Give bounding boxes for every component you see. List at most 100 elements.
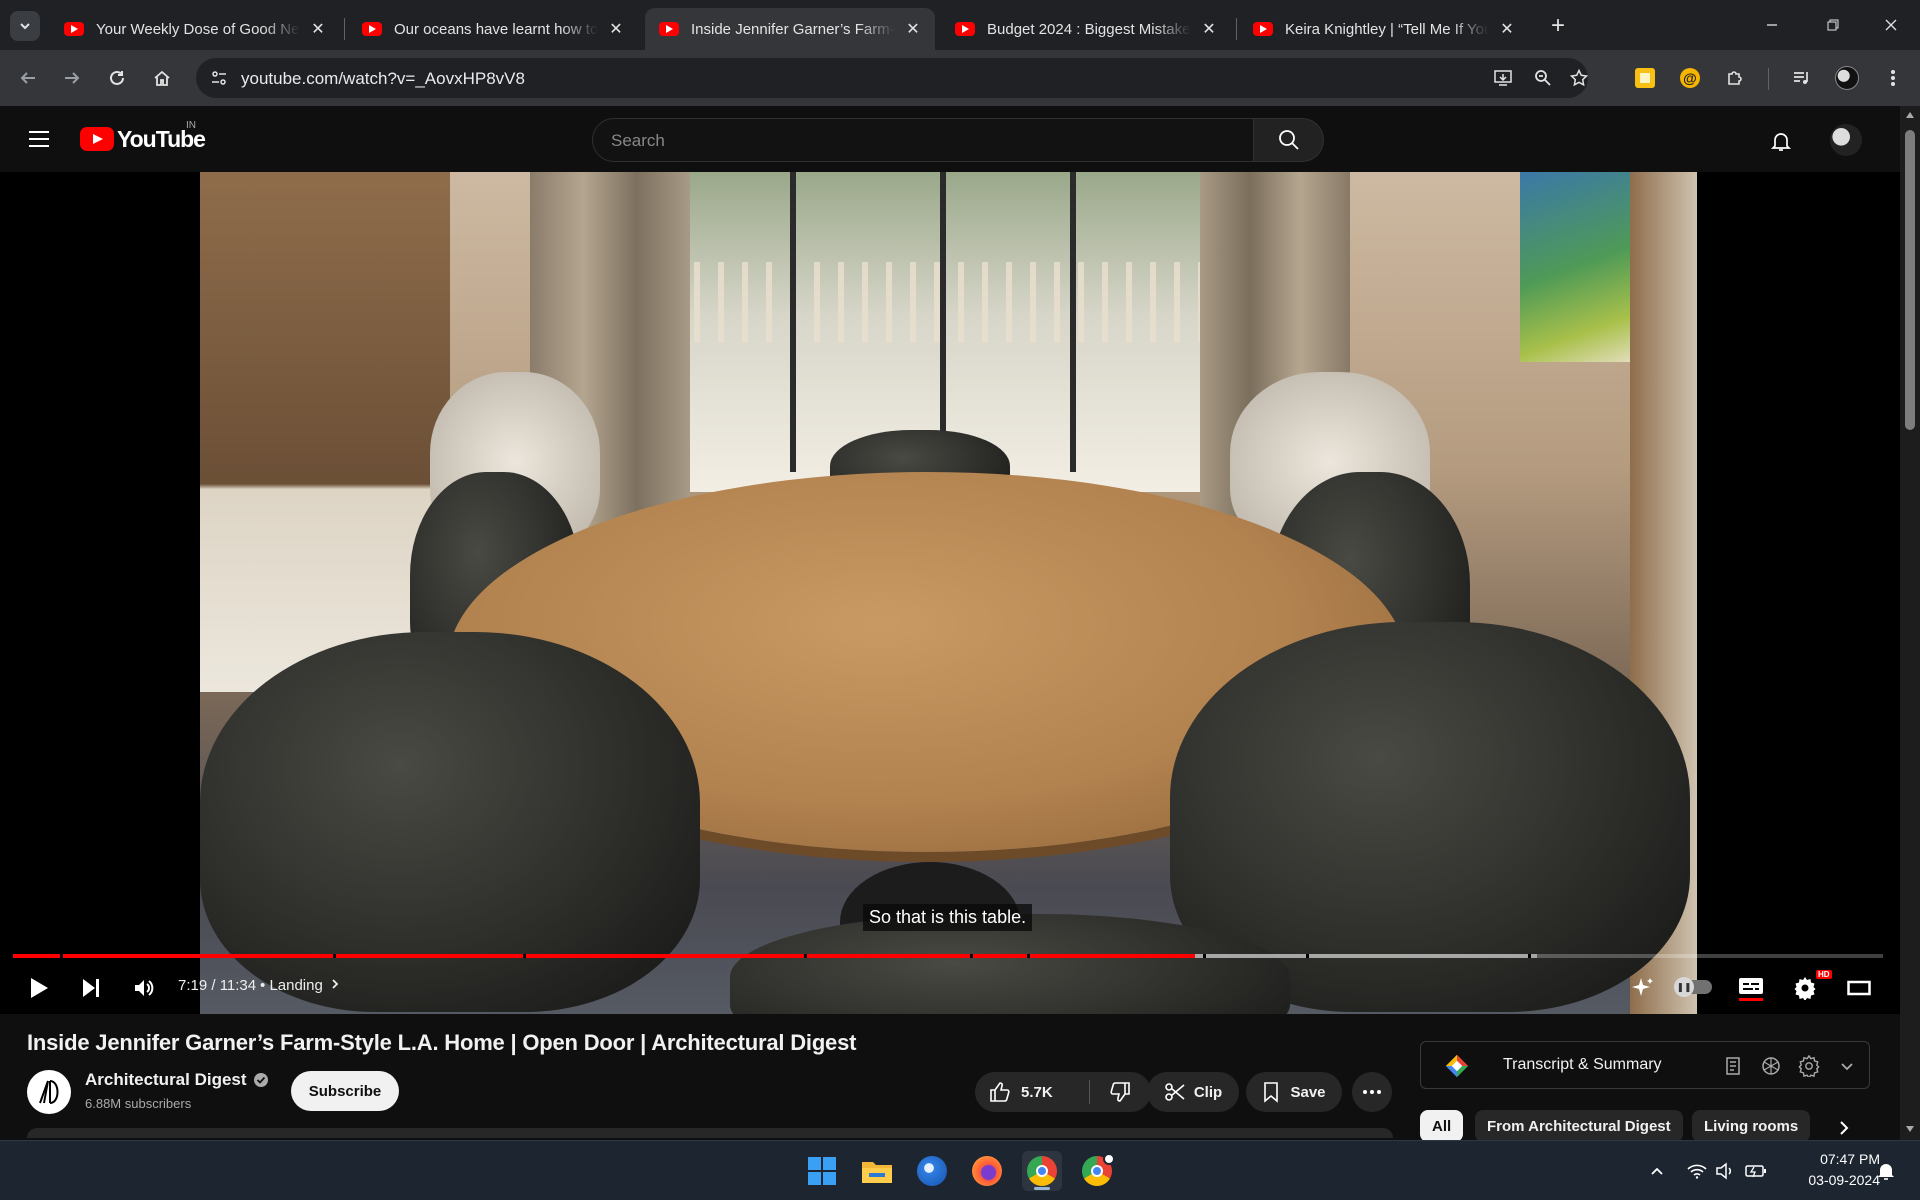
scroll-down-icon[interactable] — [1906, 1126, 1914, 1132]
close-icon[interactable]: ✕ — [606, 19, 626, 39]
settings-icon[interactable] — [1797, 1054, 1821, 1078]
home-icon[interactable] — [148, 64, 176, 92]
browser-tab[interactable]: Keira Knightley | “Tell Me If You ✕ — [1239, 8, 1529, 50]
site-info-icon[interactable] — [208, 67, 230, 89]
chapter-marker — [1528, 954, 1531, 958]
at-extension-icon[interactable]: @ — [1677, 65, 1703, 91]
back-icon[interactable] — [14, 64, 42, 92]
bookmark-icon — [1264, 1082, 1279, 1103]
clock-date: 03-09-2024 — [1808, 1172, 1880, 1188]
notification-icon[interactable] — [1874, 1159, 1898, 1183]
window-close-icon[interactable] — [1871, 10, 1911, 40]
youtube-favicon-icon — [362, 22, 382, 36]
extension-icon[interactable] — [1722, 65, 1748, 91]
save-button[interactable]: Save — [1246, 1072, 1342, 1112]
volume-icon — [135, 980, 154, 996]
avatar[interactable] — [1830, 124, 1862, 156]
restore-icon[interactable] — [1813, 10, 1853, 40]
theater-button[interactable] — [1844, 972, 1874, 1004]
subtitles-button[interactable] — [1736, 972, 1766, 1004]
volume-button[interactable] — [128, 972, 160, 1004]
more-actions-button[interactable] — [1352, 1072, 1392, 1112]
firefox-icon[interactable] — [967, 1151, 1007, 1191]
page-scrollbar[interactable] — [1900, 106, 1920, 1140]
chapter-button[interactable]: • Landing — [260, 977, 340, 994]
chapter-marker — [970, 954, 973, 958]
chapter-marker — [1306, 954, 1309, 958]
progress-bar[interactable] — [13, 954, 1883, 958]
chrome-icon[interactable] — [1022, 1151, 1062, 1191]
tab-title: Your Weekly Dose of Good News — [96, 20, 300, 38]
time-display: 7:19 / 11:34 — [178, 977, 257, 994]
description-box[interactable] — [27, 1128, 1393, 1138]
scissors-icon — [1165, 1083, 1185, 1101]
openai-icon[interactable] — [1759, 1054, 1783, 1078]
bell-icon[interactable] — [1766, 126, 1796, 156]
dislike-button[interactable] — [1090, 1072, 1150, 1112]
folder-icon[interactable] — [857, 1151, 897, 1191]
close-icon[interactable]: ✕ — [1199, 19, 1219, 39]
media-icon[interactable] — [1789, 65, 1815, 91]
transcript-summary-panel[interactable]: Transcript & Summary — [1420, 1041, 1870, 1089]
chevron-up-icon[interactable] — [1645, 1159, 1669, 1183]
ad-logo-icon — [39, 1080, 59, 1104]
chevron-down-icon — [20, 23, 30, 30]
thunderbird-icon[interactable] — [912, 1151, 952, 1191]
autoplay-toggle[interactable]: ❚❚ — [1674, 977, 1712, 997]
tab-search-button[interactable] — [10, 11, 40, 41]
subscribe-button[interactable]: Subscribe — [291, 1071, 399, 1111]
youtube-play-logo-icon — [80, 127, 114, 151]
close-icon[interactable]: ✕ — [903, 19, 923, 39]
chip-from-channel[interactable]: From Architectural Digest — [1475, 1110, 1683, 1142]
address-bar[interactable]: youtube.com/watch?v=_AovxHP8vV8 — [196, 58, 1588, 98]
forward-icon[interactable] — [58, 64, 86, 92]
channel-avatar[interactable] — [27, 1070, 71, 1114]
play-button[interactable] — [24, 972, 54, 1004]
youtube-logo[interactable]: YouTube IN — [80, 120, 206, 152]
profile-icon[interactable] — [1834, 65, 1860, 91]
new-tab-icon[interactable]: + — [1544, 12, 1572, 40]
zoom-icon[interactable] — [1532, 67, 1554, 89]
video-frame[interactable] — [200, 172, 1697, 1014]
transcript-icon[interactable] — [1721, 1054, 1745, 1078]
chips-next-button[interactable] — [1830, 1114, 1858, 1142]
speaker-icon[interactable] — [1713, 1159, 1737, 1183]
channel-name-link[interactable]: Architectural Digest — [85, 1070, 269, 1090]
menu-icon[interactable] — [26, 126, 52, 152]
search-button[interactable] — [1254, 118, 1324, 162]
close-icon[interactable]: ✕ — [308, 19, 328, 39]
sticky-note-extension-icon[interactable] — [1632, 65, 1658, 91]
chip-all[interactable]: All — [1420, 1110, 1464, 1142]
chrome-menu-icon[interactable] — [1880, 65, 1906, 91]
close-icon[interactable]: ✕ — [1497, 19, 1517, 39]
wifi-icon[interactable] — [1685, 1159, 1709, 1183]
like-icon — [990, 1082, 1010, 1102]
ai-sparkle-icon[interactable] — [1628, 972, 1658, 1004]
minimize-icon[interactable] — [1752, 10, 1792, 40]
search-input[interactable]: Search — [592, 118, 1254, 162]
scroll-up-icon[interactable] — [1906, 112, 1914, 118]
chip-living-rooms[interactable]: Living rooms — [1692, 1110, 1811, 1142]
star-icon[interactable] — [1568, 67, 1590, 89]
battery-icon[interactable] — [1744, 1159, 1768, 1183]
video-player[interactable]: So that is this table. 7:19 / 11:34 • La… — [0, 172, 1900, 1014]
browser-tab[interactable]: Your Weekly Dose of Good News ✕ — [50, 8, 340, 50]
theater-icon — [1847, 980, 1871, 996]
browser-tab[interactable]: Our oceans have learnt how to fight back… — [348, 8, 638, 50]
played-bar — [13, 954, 1195, 958]
windows-start-icon[interactable] — [802, 1151, 842, 1191]
video-stained-glass — [1520, 172, 1630, 362]
next-button[interactable] — [76, 972, 106, 1004]
install-icon[interactable] — [1492, 67, 1514, 89]
chevron-down-icon[interactable] — [1835, 1054, 1859, 1078]
like-button[interactable]: 5.7K — [975, 1072, 1089, 1112]
browser-tab-active[interactable]: Inside Jennifer Garner’s Farm-Style ✕ — [645, 8, 935, 50]
scrollbar-thumb[interactable] — [1905, 130, 1915, 430]
browser-tab[interactable]: Budget 2024 : Biggest Mistake of ✕ — [941, 8, 1231, 50]
clip-button[interactable]: Clip — [1147, 1072, 1239, 1112]
system-clock[interactable]: 07:47 PM 03-09-2024 — [1780, 1149, 1880, 1191]
browser-tab-strip: Your Weekly Dose of Good News ✕ Our ocea… — [0, 0, 1920, 50]
reload-icon[interactable] — [103, 64, 131, 92]
chapter-marker — [523, 954, 526, 958]
chrome-profile-icon[interactable] — [1077, 1151, 1117, 1191]
